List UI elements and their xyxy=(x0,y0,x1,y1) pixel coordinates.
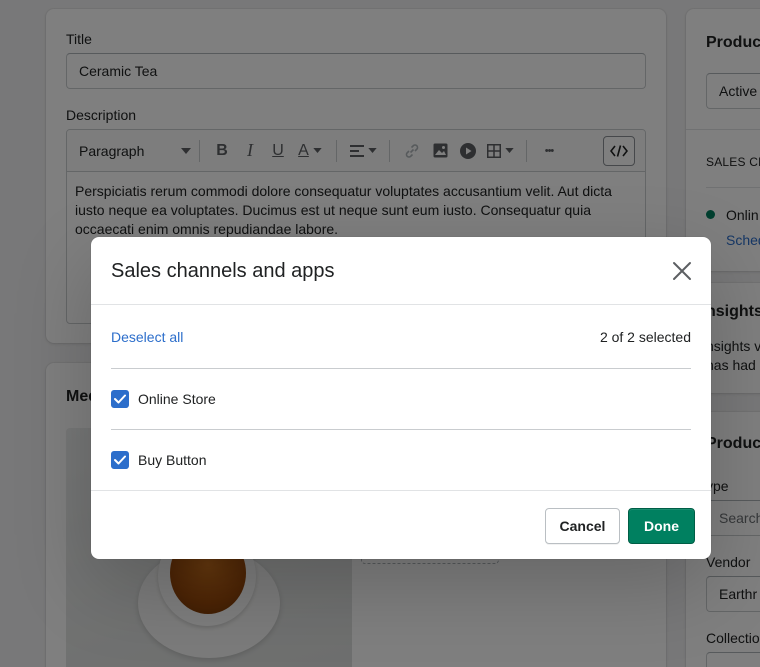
checkmark-icon xyxy=(114,455,126,465)
close-button[interactable] xyxy=(671,260,693,282)
cancel-button[interactable]: Cancel xyxy=(545,508,620,544)
deselect-all-link[interactable]: Deselect all xyxy=(111,329,183,345)
channel-row-buy-button[interactable]: Buy Button xyxy=(111,429,691,490)
done-button[interactable]: Done xyxy=(628,508,695,544)
selected-count: 2 of 2 selected xyxy=(599,329,691,345)
modal-footer: Cancel Done xyxy=(91,490,711,559)
channel-row-online-store[interactable]: Online Store xyxy=(111,368,691,429)
modal-title: Sales channels and apps xyxy=(111,260,335,282)
modal-header: Sales channels and apps xyxy=(91,237,711,305)
buy-button-label: Buy Button xyxy=(138,452,207,468)
online-store-label: Online Store xyxy=(138,391,216,407)
checkmark-icon xyxy=(114,394,126,404)
buy-button-checkbox[interactable] xyxy=(111,451,129,469)
sales-channels-modal: Sales channels and apps Deselect all 2 o… xyxy=(91,237,711,559)
close-icon xyxy=(673,262,691,280)
online-store-checkbox[interactable] xyxy=(111,390,129,408)
